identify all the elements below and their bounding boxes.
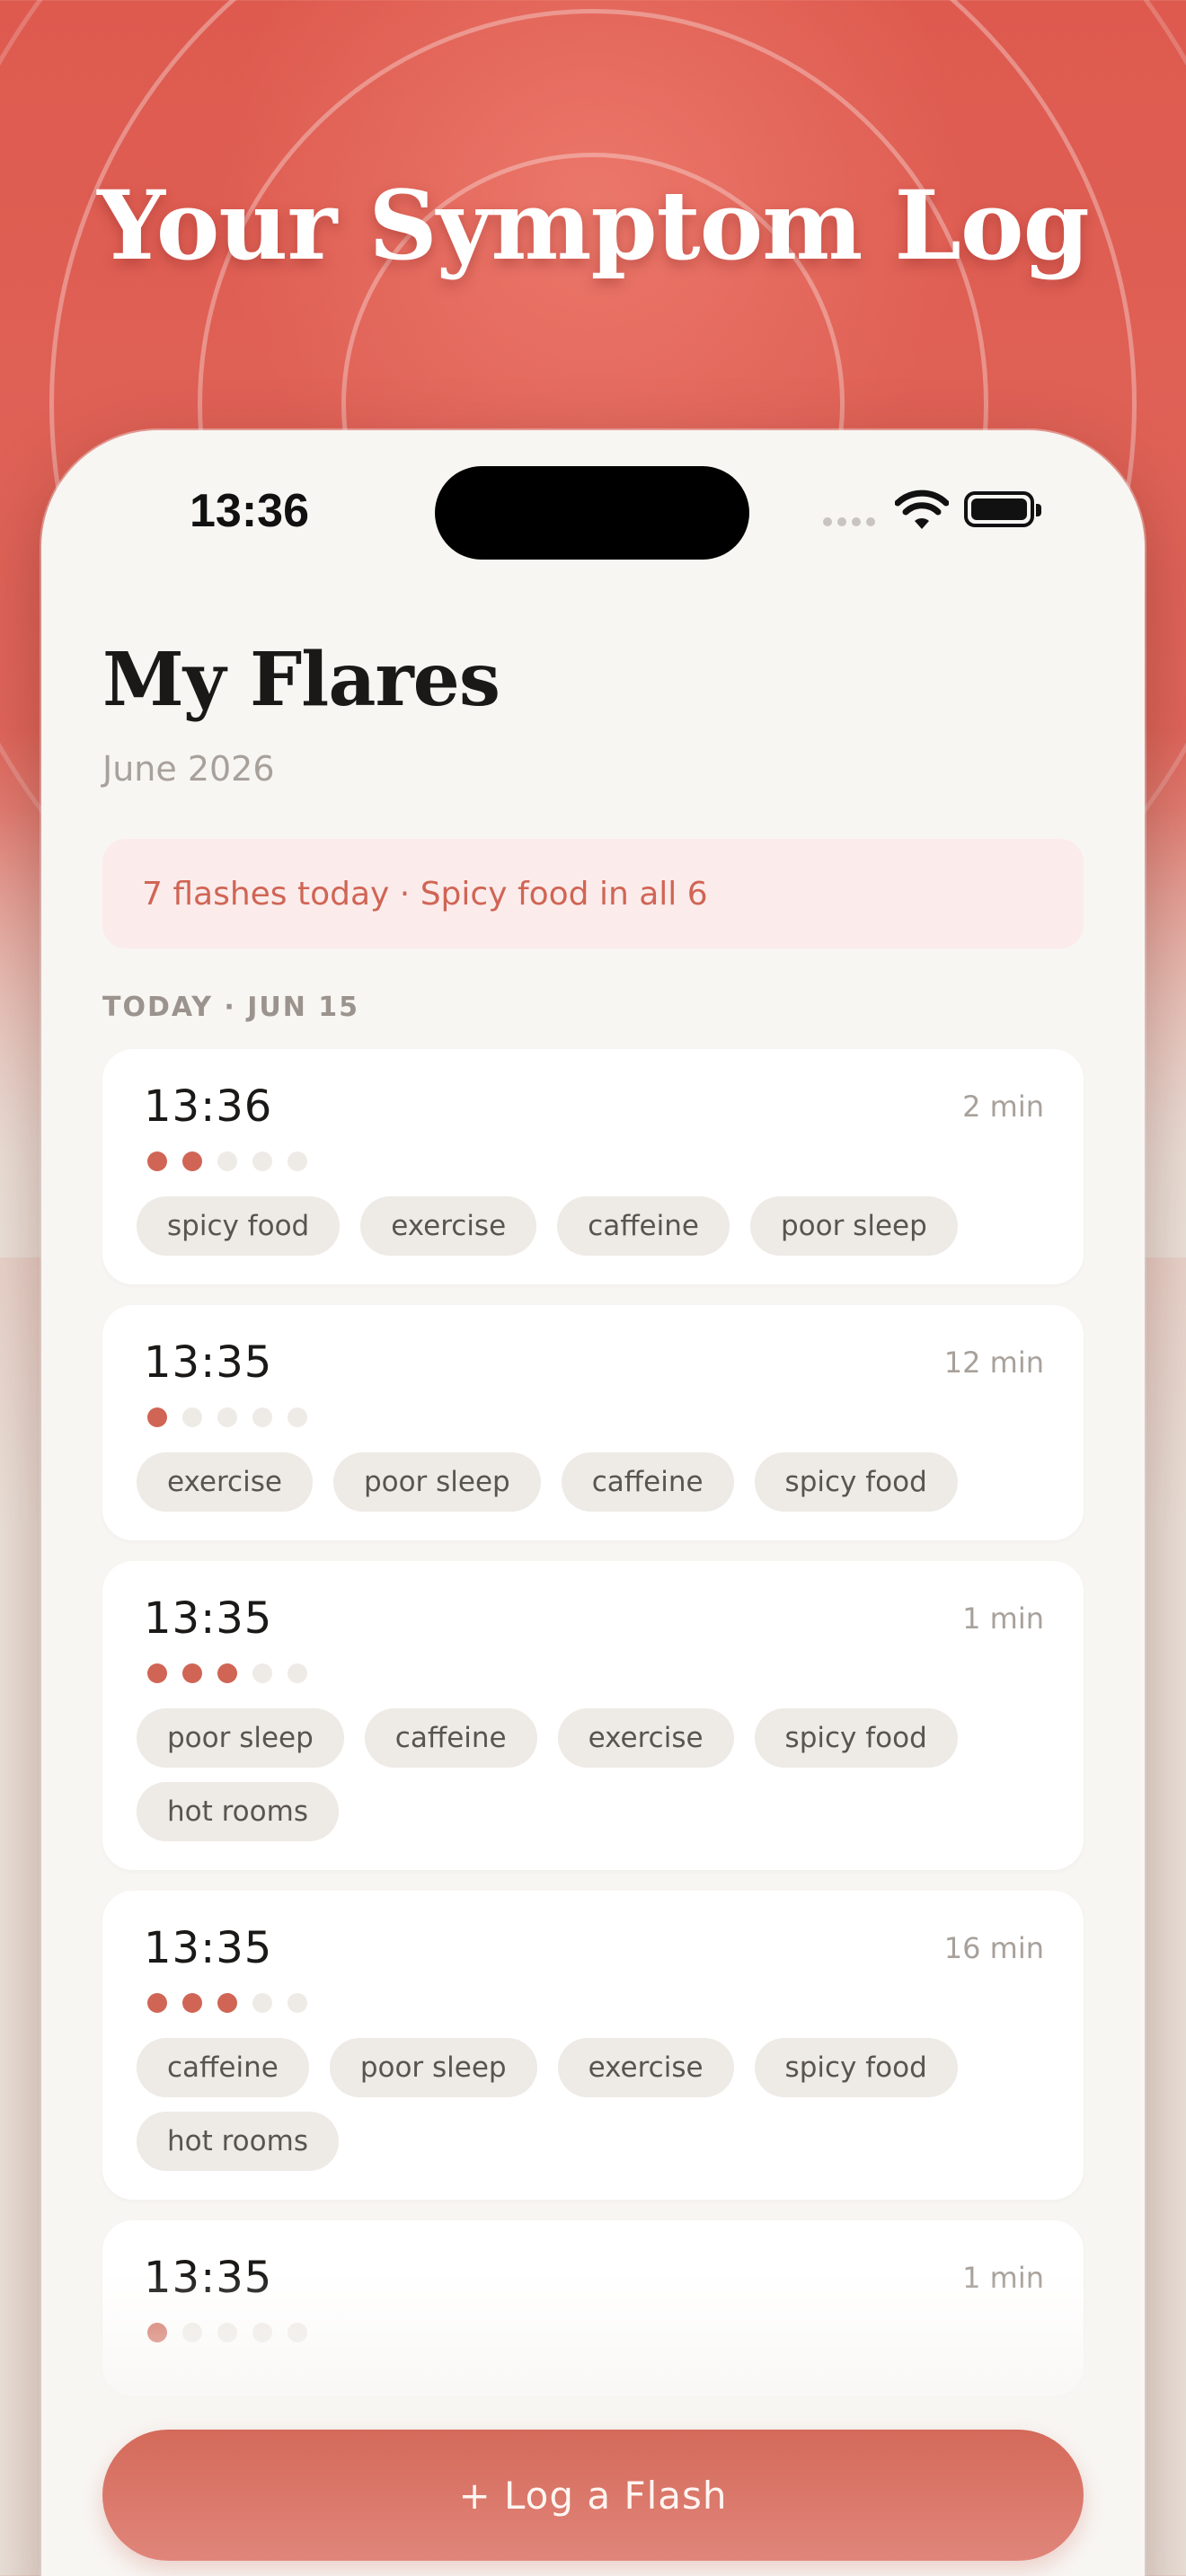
severity-dot-empty [217, 1407, 237, 1427]
trigger-tag[interactable]: hot rooms [137, 1782, 339, 1841]
severity-dot-filled [182, 1663, 202, 1683]
card-header: 13:36 2 min [137, 1081, 1044, 1132]
card-header: 13:35 16 min [137, 1923, 1044, 1973]
phone-frame: 13:36 My Flares June 2026 7 flashes toda… [41, 430, 1145, 2576]
trigger-tag[interactable]: exercise [360, 1196, 537, 1256]
trigger-tag[interactable]: spicy food [137, 1196, 341, 1256]
section-header: TODAY · JUN 15 [102, 992, 360, 1023]
flare-card[interactable]: 13:36 2 min spicy food exercise caffeine poor… [102, 1049, 1084, 1284]
trigger-tag[interactable]: spicy food [754, 2038, 958, 2097]
flare-card[interactable]: 13:35 12 min exercise poor sleep caffeine spi… [102, 1305, 1084, 1540]
card-header: 13:35 1 min [137, 1593, 1044, 1644]
flare-duration: 12 min [943, 1345, 1044, 1380]
battery-icon [964, 491, 1041, 527]
trigger-tag[interactable]: poor sleep [749, 1196, 958, 1256]
flare-list: 13:36 2 min spicy food exercise caffeine poor… [102, 1049, 1084, 2417]
severity-dot-filled [217, 1663, 237, 1683]
severity-dot-empty [252, 1663, 272, 1683]
page-subtitle: June 2026 [102, 749, 275, 789]
severity-dot-empty [182, 1407, 202, 1427]
trigger-tags: spicy food exercise caffeine poor sleep [137, 1196, 1044, 1256]
wifi-icon [895, 490, 949, 529]
severity-indicator [147, 1151, 1044, 1171]
trigger-tag[interactable]: caffeine [137, 2038, 309, 2097]
dynamic-island [435, 466, 749, 560]
severity-dot-empty [217, 1151, 237, 1171]
trigger-tags: poor sleep caffeine exercise spicy food hot … [137, 1708, 1044, 1841]
severity-dot-filled [217, 1993, 237, 2013]
trigger-tag[interactable]: exercise [557, 2038, 734, 2097]
marketing-headline: Your Symptom Log [97, 169, 1089, 281]
flare-time: 13:35 [144, 1337, 273, 1388]
trigger-tags: exercise poor sleep caffeine spicy food [137, 1452, 1044, 1512]
severity-dot-filled [182, 1151, 202, 1171]
severity-dot-filled [147, 1151, 167, 1171]
trigger-tag[interactable]: exercise [137, 1452, 313, 1512]
severity-dot-filled [147, 1663, 167, 1683]
severity-indicator [147, 1663, 1044, 1683]
severity-dot-empty [252, 1993, 272, 2013]
flare-time: 13:35 [144, 1923, 273, 1973]
severity-indicator [147, 1993, 1044, 2013]
flare-duration: 1 min [962, 1601, 1044, 1636]
severity-dot-empty [288, 1407, 307, 1427]
card-header: 13:35 12 min [137, 1337, 1044, 1388]
severity-dot-filled [182, 1993, 202, 2013]
flare-time: 13:36 [144, 1081, 273, 1132]
trigger-tag[interactable]: hot rooms [137, 2112, 339, 2171]
flare-time: 13:35 [144, 1593, 273, 1644]
trigger-tag[interactable]: spicy food [754, 1452, 958, 1512]
cellular-signal-icon [823, 517, 875, 526]
flare-duration: 2 min [962, 1090, 1044, 1124]
trigger-tag[interactable]: poor sleep [332, 1452, 541, 1512]
trigger-tag[interactable]: spicy food [754, 1708, 958, 1768]
flare-duration: 16 min [943, 1931, 1044, 1965]
severity-indicator [147, 1407, 1044, 1427]
trigger-tags: caffeine poor sleep exercise spicy food hot … [137, 2038, 1044, 2171]
trigger-tag[interactable]: caffeine [364, 1708, 537, 1768]
severity-dot-empty [252, 1151, 272, 1171]
summary-banner[interactable]: 7 flashes today · Spicy food in all 6 [102, 839, 1084, 948]
trigger-tag[interactable]: exercise [557, 1708, 734, 1768]
trigger-tag[interactable]: poor sleep [137, 1708, 344, 1768]
flare-card[interactable]: 13:35 16 min caffeine poor sleep exercise spi… [102, 1891, 1084, 2200]
log-flash-button[interactable]: + Log a Flash [102, 2430, 1084, 2561]
severity-dot-empty [288, 1993, 307, 2013]
trigger-tag[interactable]: poor sleep [329, 2038, 537, 2097]
severity-dot-empty [252, 1407, 272, 1427]
trigger-tag[interactable]: caffeine [557, 1196, 730, 1256]
page-title: My Flares [102, 637, 500, 723]
severity-dot-filled [147, 1407, 167, 1427]
status-time: 13:36 [190, 485, 309, 537]
flare-card[interactable]: 13:35 1 min poor sleep caffeine exercise spic… [102, 1561, 1084, 1870]
severity-dot-filled [147, 1993, 167, 2013]
trigger-tag[interactable]: caffeine [561, 1452, 734, 1512]
severity-dot-empty [288, 1663, 307, 1683]
severity-dot-empty [288, 1151, 307, 1171]
